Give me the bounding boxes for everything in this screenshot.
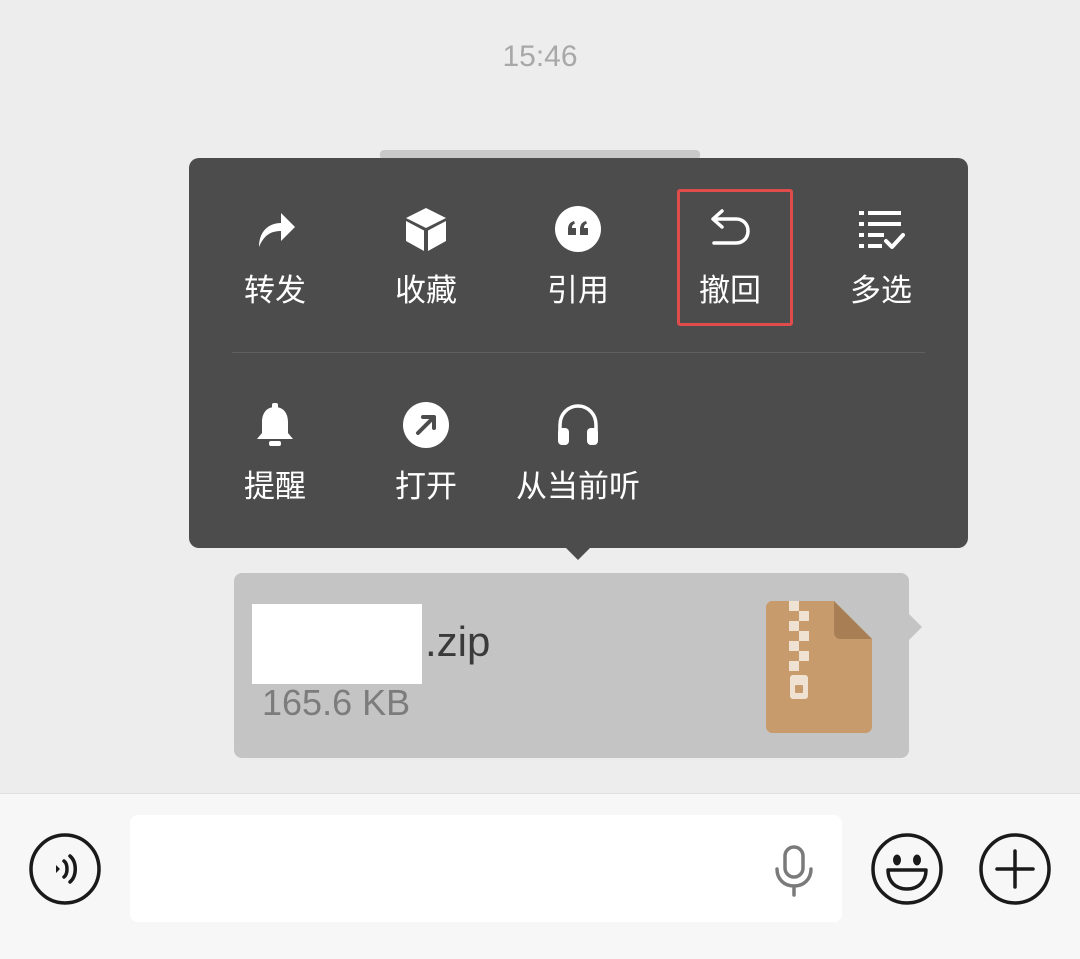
menu-item-quote[interactable]: 引用	[503, 205, 653, 335]
voice-toggle-button[interactable]	[28, 832, 102, 906]
menu-item-label: 引用	[547, 273, 609, 309]
quote-icon	[554, 205, 602, 253]
favorite-cube-icon	[402, 205, 450, 253]
menu-item-favorite[interactable]: 收藏	[351, 205, 501, 335]
menu-divider	[232, 352, 925, 353]
microphone-icon[interactable]	[773, 845, 815, 897]
context-menu-pointer	[565, 547, 591, 560]
message-input[interactable]	[130, 815, 842, 922]
redacted-file-name	[252, 604, 422, 684]
menu-item-label: 撤回	[699, 273, 761, 309]
headphones-icon	[554, 401, 602, 449]
open-arrow-icon	[402, 401, 450, 449]
forward-icon	[251, 205, 299, 253]
emoji-icon	[870, 833, 944, 910]
menu-item-remind[interactable]: 提醒	[200, 401, 350, 531]
file-size: 165.6 KB	[262, 682, 411, 723]
recall-icon	[706, 205, 754, 253]
plus-icon	[978, 833, 1052, 910]
menu-item-label: 打开	[395, 469, 457, 505]
zip-file-icon	[766, 601, 872, 733]
menu-item-forward[interactable]: 转发	[200, 205, 350, 335]
more-actions-button[interactable]	[978, 832, 1052, 906]
menu-item-label: 从当前听	[516, 469, 640, 505]
message-timestamp: 15:46	[502, 40, 578, 73]
menu-item-label: 多选	[850, 273, 912, 309]
bubble-tail	[909, 614, 922, 640]
menu-item-multi-select[interactable]: 多选	[806, 205, 956, 335]
emoji-button[interactable]	[870, 832, 944, 906]
file-extension: .zip	[425, 618, 491, 665]
menu-item-open[interactable]: 打开	[351, 401, 501, 531]
menu-item-label: 收藏	[395, 273, 457, 309]
multi-select-icon	[857, 205, 905, 253]
menu-item-label: 提醒	[244, 469, 306, 505]
menu-item-listen-from-here[interactable]: 从当前听	[503, 401, 653, 531]
bell-icon	[251, 401, 299, 449]
voice-toggle-icon	[28, 833, 102, 910]
menu-item-label: 转发	[244, 273, 306, 309]
menu-item-recall[interactable]: 撤回	[655, 205, 805, 335]
